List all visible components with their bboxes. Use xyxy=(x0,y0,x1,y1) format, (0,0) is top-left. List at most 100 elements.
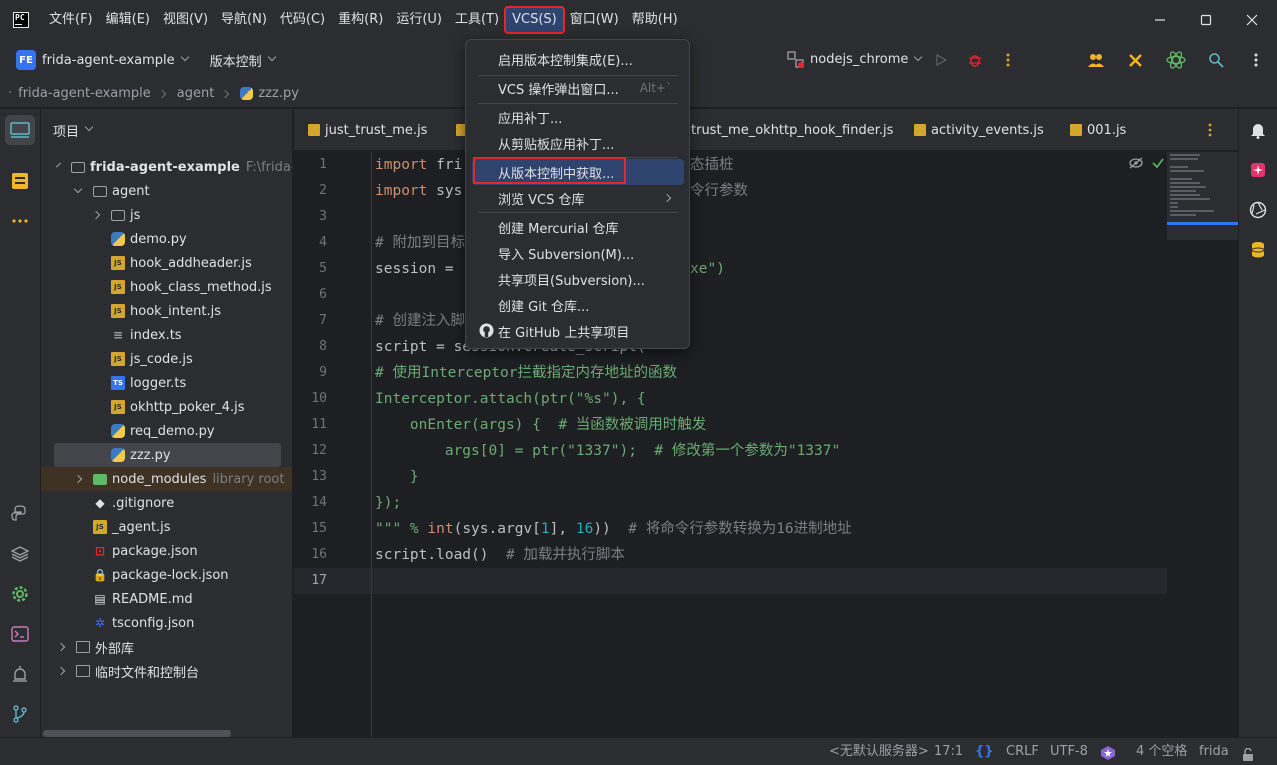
menu-item-apply-patch[interactable]: 应用补丁... xyxy=(472,104,684,130)
git-button[interactable] xyxy=(5,699,35,729)
problems-button[interactable] xyxy=(5,659,35,689)
indent-setting[interactable]: 4 个空格 xyxy=(1136,738,1187,765)
python-interpreter[interactable]: frida xyxy=(1199,738,1229,765)
structure-tool-button[interactable] xyxy=(5,166,35,196)
tree-item[interactable]: node_modules library root xyxy=(41,467,292,491)
minimap[interactable] xyxy=(1167,152,1238,240)
readonly-toggle[interactable] xyxy=(1242,745,1254,761)
inspection-profile-button[interactable] xyxy=(1100,744,1116,760)
menu-navigate[interactable]: 导航(N) xyxy=(215,8,273,32)
menu-vcs[interactable]: VCS(S) xyxy=(504,6,565,34)
tree-item[interactable]: ✲ tsconfig.json xyxy=(41,611,292,635)
code-line-9[interactable]: # 使用Interceptor拦截指定内存地址的函数 xyxy=(375,360,677,386)
project-badge[interactable]: FE xyxy=(16,50,36,70)
more-tools-button[interactable] xyxy=(5,206,35,236)
tree-external-libraries[interactable]: 外部库 xyxy=(41,635,292,659)
menu-view[interactable]: 视图(V) xyxy=(157,8,214,32)
tab-trust-me-okhttp[interactable]: trust_me_okhttp_hook_finder.js xyxy=(691,109,893,151)
maximize-button[interactable] xyxy=(1183,0,1229,40)
menu-item-get-from-vcs[interactable]: 从版本控制中获取... xyxy=(472,159,684,185)
tree-root[interactable]: frida-agent-example F:\frida-age xyxy=(41,155,292,179)
code-line-4[interactable]: # 附加到目标 xyxy=(375,230,465,256)
code-line-16[interactable]: script.load() # 加载并执行脚本 xyxy=(375,542,625,568)
braces-icon[interactable]: {} xyxy=(975,738,994,765)
menu-file[interactable]: 文件(F) xyxy=(43,8,99,32)
tree-item[interactable]: ◆ .gitignore xyxy=(41,491,292,515)
debug-button[interactable] xyxy=(965,50,985,70)
caret-position[interactable]: 17:1 xyxy=(934,738,963,765)
minimize-button[interactable] xyxy=(1137,0,1183,40)
code-line-2[interactable]: import sys xyxy=(375,178,462,204)
menu-item-import-subversion[interactable]: 导入 Subversion(M)... xyxy=(472,240,684,266)
menu-tools[interactable]: 工具(T) xyxy=(449,8,505,32)
menu-help[interactable]: 帮助(H) xyxy=(626,8,684,32)
terminal-button[interactable] xyxy=(5,619,35,649)
build-tools-button[interactable] xyxy=(1126,50,1146,70)
run-button[interactable] xyxy=(931,50,951,70)
menu-item-enable-vcs[interactable]: 启用版本控制集成(E)... xyxy=(472,46,684,72)
python-packages-button[interactable] xyxy=(5,499,35,529)
line-separator[interactable]: CRLF xyxy=(1006,738,1039,765)
horizontal-scrollbar[interactable] xyxy=(43,730,231,737)
ai-assistant-button[interactable] xyxy=(1243,155,1273,185)
menu-item-vcs-popup[interactable]: VCS 操作弹出窗口... Alt+` xyxy=(472,75,684,101)
copilot-button[interactable] xyxy=(1243,195,1273,225)
code-line-12[interactable]: args[0] = ptr("1337"); # 修改第一个参数为"1337" xyxy=(375,438,840,464)
code-line-14[interactable]: }); xyxy=(375,490,401,516)
tree-item[interactable]: js xyxy=(41,203,292,227)
tree-item[interactable]: TS logger.ts xyxy=(41,371,292,395)
menu-run[interactable]: 运行(U) xyxy=(390,8,448,32)
tab-overflow-button[interactable] xyxy=(1208,109,1212,151)
project-panel-header[interactable]: 项目 xyxy=(41,109,292,151)
tree-item[interactable]: JS hook_addheader.js xyxy=(41,251,292,275)
breadcrumb-folder[interactable]: agent xyxy=(177,86,215,101)
services-gear-button[interactable] xyxy=(5,579,35,609)
tree-item[interactable]: JS okhttp_poker_4.js xyxy=(41,395,292,419)
menu-item-share-subversion[interactable]: 共享项目(Subversion)... xyxy=(472,266,684,292)
menu-refactor[interactable]: 重构(R) xyxy=(332,8,389,32)
menu-edit[interactable]: 编辑(E) xyxy=(100,8,156,32)
file-encoding[interactable]: UTF-8 xyxy=(1050,738,1088,765)
menu-item-share-github[interactable]: 在 GitHub 上共享项目 xyxy=(472,318,684,344)
tree-item[interactable]: ⊡ package.json xyxy=(41,539,292,563)
code-line-10[interactable]: Interceptor.attach(ptr("%s"), { xyxy=(375,386,646,412)
code-line-13[interactable]: } xyxy=(375,464,419,490)
code-line-15[interactable]: """ % int(sys.argv[1], 16)) # 将命令行参数转换为1… xyxy=(375,516,852,542)
tree-scratches[interactable]: 临时文件和控制台 xyxy=(41,659,292,683)
services-button[interactable] xyxy=(5,539,35,569)
search-button[interactable] xyxy=(1206,50,1226,70)
code-line-7[interactable]: # 创建注入脚 xyxy=(375,308,465,334)
tree-item[interactable]: ▤ README.md xyxy=(41,587,292,611)
database-button[interactable] xyxy=(1243,235,1273,265)
tree-item[interactable]: ≡ index.ts xyxy=(41,323,292,347)
code-line-11[interactable]: onEnter(args) { # 当函数被调用时触发 xyxy=(375,412,706,438)
tree-item[interactable]: JS hook_intent.js xyxy=(41,299,292,323)
run-config-selector[interactable]: nodejs_chrome xyxy=(810,50,923,70)
notifications-button[interactable] xyxy=(1243,115,1273,145)
code-line-1[interactable]: import fri xyxy=(375,152,462,178)
inspection-ok-indicator[interactable] xyxy=(1152,157,1164,173)
tree-item[interactable]: zzz.py xyxy=(54,443,281,467)
menu-code[interactable]: 代码(C) xyxy=(274,8,331,32)
menu-item-browse-vcs-repo[interactable]: 浏览 VCS 仓库 xyxy=(472,185,684,211)
tree-item[interactable]: agent xyxy=(41,179,292,203)
tab-just-trust-me[interactable]: just_trust_me.js xyxy=(308,109,427,151)
tree-item[interactable]: JS js_code.js xyxy=(41,347,292,371)
menu-item-create-mercurial[interactable]: 创建 Mercurial 仓库 xyxy=(472,214,684,240)
breadcrumb-project[interactable]: frida-agent-example xyxy=(18,86,151,101)
breadcrumb-file[interactable]: zzz.py xyxy=(258,86,299,101)
tree-item[interactable]: JS hook_class_method.js xyxy=(41,275,292,299)
code-with-me-button[interactable] xyxy=(1086,50,1106,70)
tree-item[interactable]: JS _agent.js xyxy=(41,515,292,539)
code-line-5[interactable]: session = xyxy=(375,256,462,282)
close-button[interactable] xyxy=(1229,0,1275,40)
menu-item-create-git[interactable]: 创建 Git 仓库... xyxy=(472,292,684,318)
plugin-button[interactable] xyxy=(1166,50,1186,70)
vcs-widget[interactable]: 版本控制 xyxy=(210,51,262,70)
menu-window[interactable]: 窗口(W) xyxy=(564,8,625,32)
tree-item[interactable]: 🔒 package-lock.json xyxy=(41,563,292,587)
tab-001[interactable]: 001.js xyxy=(1070,109,1126,151)
settings-more-button[interactable] xyxy=(1246,50,1266,70)
tree-item[interactable]: req_demo.py xyxy=(41,419,292,443)
project-tool-button[interactable] xyxy=(5,115,35,145)
